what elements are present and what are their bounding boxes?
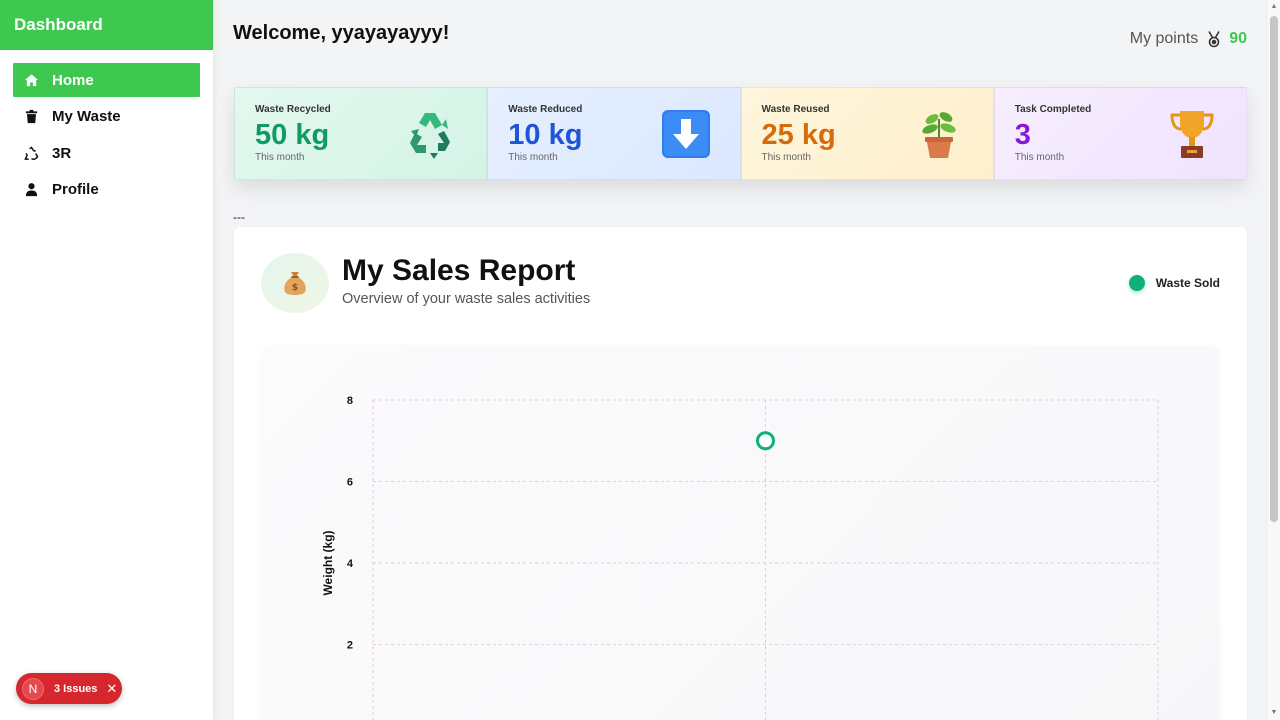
sidebar-item-label: Profile bbox=[52, 181, 99, 198]
data-point bbox=[756, 431, 775, 451]
issues-count: 3 Issues bbox=[54, 682, 98, 695]
sidebar-item-profile[interactable]: Profile bbox=[13, 173, 200, 207]
stat-card-reduced: Waste Reduced 10 kg This month bbox=[487, 87, 741, 180]
potted-plant-icon bbox=[922, 112, 956, 158]
scroll-up-icon[interactable]: ▲ bbox=[1270, 3, 1278, 11]
separator-text: --- bbox=[233, 210, 245, 224]
sidebar-item-label: 3R bbox=[52, 144, 72, 162]
trophy-icon bbox=[1170, 111, 1214, 158]
points-value: 90 bbox=[1229, 30, 1247, 47]
y-tick-label: 8 bbox=[347, 395, 353, 407]
scrollbar[interactable]: ▲ ▼ bbox=[1266, 0, 1280, 720]
sidebar-nav: Home My Waste 3R Profile bbox=[0, 50, 213, 222]
scroll-down-icon[interactable]: ▼ bbox=[1270, 709, 1278, 717]
scatter-chart: 8 6 4 2 Weight (kg) bbox=[321, 395, 1159, 720]
user-icon bbox=[23, 182, 39, 198]
nextjs-logo-icon: N bbox=[22, 677, 44, 700]
y-tick-label: 2 bbox=[347, 640, 353, 652]
svg-text:$: $ bbox=[292, 283, 298, 293]
report-subtitle: Overview of your waste sales activities bbox=[342, 291, 591, 307]
stat-card-reused: Waste Reused 25 kg This month bbox=[740, 87, 994, 180]
sidebar: Dashboard Home My Waste 3R Profile bbox=[0, 0, 214, 720]
stat-card-recycled: Waste Recycled 50 kg This month bbox=[234, 87, 488, 180]
sidebar-item-label: Home bbox=[52, 71, 94, 89]
medal-icon bbox=[1208, 31, 1220, 48]
chart-container: 8 6 4 2 Weight (kg) bbox=[262, 347, 1219, 720]
sidebar-item-home[interactable]: Home bbox=[13, 63, 200, 97]
y-tick-label: 6 bbox=[347, 477, 353, 489]
stat-card-tasks: Task Completed 3 This month bbox=[993, 87, 1247, 180]
recycle-icon bbox=[23, 145, 39, 161]
points-label: My points bbox=[1129, 30, 1199, 47]
money-bag-icon: $ bbox=[261, 253, 329, 313]
y-axis-label: Weight (kg) bbox=[321, 530, 335, 595]
scrollbar-thumb[interactable] bbox=[1270, 16, 1278, 522]
home-icon bbox=[23, 72, 39, 88]
welcome-heading: Welcome, yyayayayyy! bbox=[233, 22, 450, 44]
chart-legend[interactable]: Waste Sold bbox=[1128, 275, 1220, 291]
main-content: Welcome, yyayayayyy! My points 90 Waste … bbox=[214, 0, 1266, 720]
legend-label: Waste Sold bbox=[1155, 276, 1220, 290]
sidebar-item-3r[interactable]: 3R bbox=[13, 136, 200, 170]
recycle-icon bbox=[410, 113, 451, 159]
close-icon[interactable]: ✕ bbox=[106, 681, 117, 697]
legend-swatch bbox=[1128, 275, 1145, 291]
points-display: My points 90 bbox=[1130, 30, 1247, 48]
sidebar-item-label: My Waste bbox=[52, 108, 121, 125]
sales-report-panel: $ My Sales Report Overview of your waste… bbox=[234, 227, 1247, 720]
sidebar-title: Dashboard bbox=[0, 0, 213, 50]
arrow-down-icon bbox=[661, 110, 710, 158]
sidebar-item-my-waste[interactable]: My Waste bbox=[13, 100, 200, 134]
issues-badge[interactable]: N 3 Issues ✕ bbox=[16, 673, 122, 704]
y-tick-label: 4 bbox=[347, 558, 354, 570]
report-title: My Sales Report bbox=[342, 254, 576, 287]
stats-row: Waste Recycled 50 kg This month Waste Re… bbox=[234, 87, 1247, 180]
trash-icon bbox=[23, 109, 39, 125]
